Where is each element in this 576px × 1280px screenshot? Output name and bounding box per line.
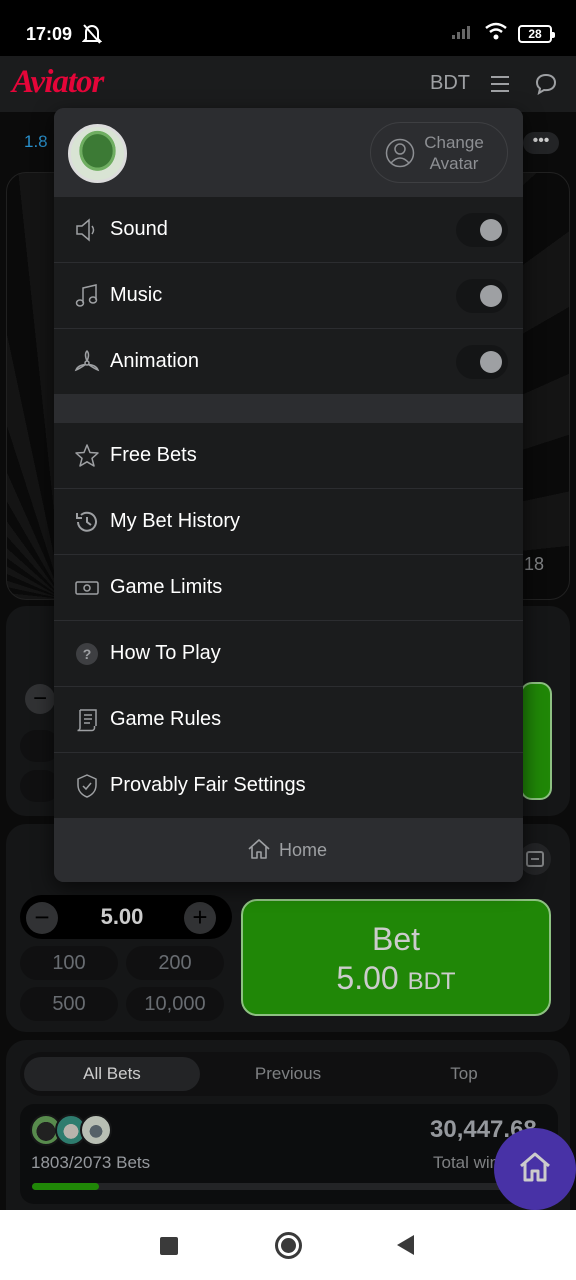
menu-item-bet-history[interactable]: My Bet History xyxy=(54,489,523,555)
music-note-icon xyxy=(74,283,100,309)
menu-home-button[interactable]: Home xyxy=(54,818,523,882)
menu-separator xyxy=(54,395,523,424)
status-icons: 28 xyxy=(452,22,555,45)
menu-item-game-rules[interactable]: Game Rules xyxy=(54,687,523,753)
settings-menu: Change Avatar Sound Music Animation Free… xyxy=(54,108,523,882)
menu-item-label: How To Play xyxy=(110,642,221,664)
toggle-knob xyxy=(480,285,502,307)
system-home-button[interactable] xyxy=(275,1232,302,1259)
menu-item-label: Free Bets xyxy=(110,444,197,466)
hamburger-menu-icon[interactable] xyxy=(491,76,509,97)
back-button[interactable] xyxy=(397,1235,414,1255)
banknote-icon xyxy=(74,575,100,601)
question-icon: ? xyxy=(74,641,100,667)
menu-item-label: Game Limits xyxy=(110,576,223,598)
chat-icon[interactable] xyxy=(535,73,557,100)
status-bar: 17:09 28 xyxy=(0,0,576,56)
change-avatar-label: Change Avatar xyxy=(424,133,484,173)
status-time: 17:09 xyxy=(26,24,73,44)
menu-item-game-limits[interactable]: Game Limits xyxy=(54,555,523,621)
user-avatar xyxy=(68,124,127,183)
scroll-icon xyxy=(74,707,100,733)
music-toggle[interactable] xyxy=(456,279,508,313)
svg-text:?: ? xyxy=(83,646,92,662)
menu-item-label: Music xyxy=(110,284,163,306)
menu-home-label: Home xyxy=(279,840,328,860)
history-icon xyxy=(74,509,100,535)
aviator-logo: Aviator xyxy=(12,64,104,100)
menu-header: Change Avatar xyxy=(54,108,523,197)
shield-check-icon xyxy=(74,773,100,799)
menu-item-provably-fair[interactable]: Provably Fair Settings xyxy=(54,753,523,819)
menu-item-sound[interactable]: Sound xyxy=(54,197,523,263)
home-icon xyxy=(247,838,271,865)
user-icon xyxy=(385,138,415,173)
animation-toggle[interactable] xyxy=(456,345,508,379)
menu-item-how-to-play[interactable]: ? How To Play xyxy=(54,621,523,687)
menu-item-label: Provably Fair Settings xyxy=(110,774,306,796)
menu-item-label: Game Rules xyxy=(110,708,222,730)
menu-item-free-bets[interactable]: Free Bets xyxy=(54,423,523,489)
currency-label: BDT xyxy=(430,72,470,94)
menu-item-label: Sound xyxy=(110,218,168,240)
propeller-icon xyxy=(74,349,100,375)
menu-item-animation[interactable]: Animation xyxy=(54,329,523,395)
app-header: Aviator BDT xyxy=(0,56,576,112)
menu-item-music[interactable]: Music xyxy=(54,263,523,329)
signal-icon xyxy=(452,23,474,44)
toggle-knob xyxy=(480,351,502,373)
bell-muted-icon xyxy=(81,23,103,50)
wifi-icon xyxy=(484,22,508,45)
change-avatar-button[interactable]: Change Avatar xyxy=(370,122,508,183)
toggle-knob xyxy=(480,219,502,241)
speaker-icon xyxy=(74,217,100,243)
recents-button[interactable] xyxy=(160,1237,178,1255)
star-icon xyxy=(74,443,100,469)
sound-toggle[interactable] xyxy=(456,213,508,247)
menu-item-label: My Bet History xyxy=(110,510,241,532)
menu-item-label: Animation xyxy=(110,350,199,372)
battery-icon: 28 xyxy=(518,24,555,43)
